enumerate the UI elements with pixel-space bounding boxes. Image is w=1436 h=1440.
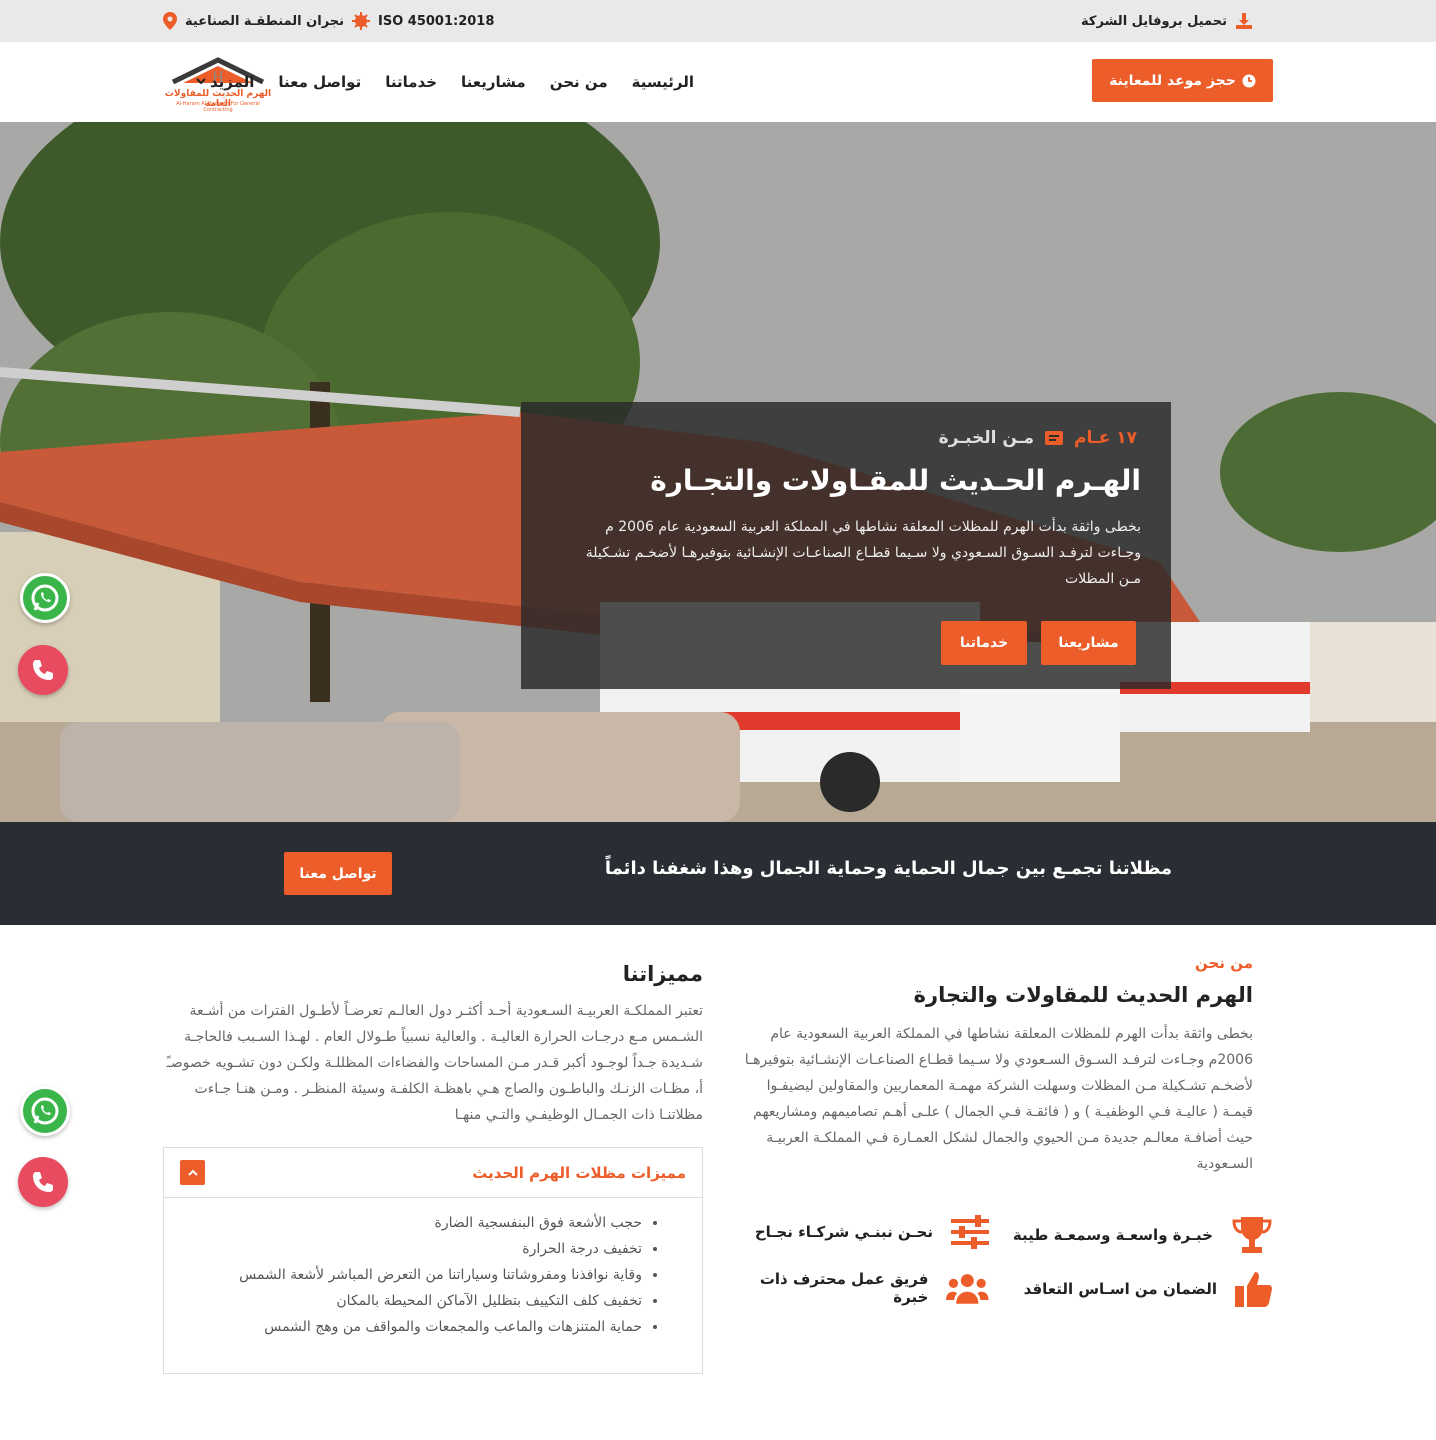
accordion-header[interactable]: مميزات مظلات الهرم الحديث [164,1148,702,1198]
feature-partners: نحـن نبنـي شركـاء نجـاح [755,1215,989,1249]
sliders-icon [951,1215,989,1249]
nav-contact-label: تواصل معنا [278,73,362,91]
nav-services-label: خدماتنا [385,73,438,91]
features-list: حجب الأشعة فوق البنفسجية الضارة تخفيف در… [164,1198,702,1340]
accordion-title: مميزات مظلات الهرم الحديث [472,1163,686,1182]
feature-guarantee: الضمان من اسـاس التعاقد [1024,1270,1273,1308]
phone-icon [33,1172,53,1192]
book-inspection-button[interactable]: حجز موعد للمعاينة [1092,59,1273,102]
feature-experience-label: خبـرة واسعـة وسمعـة طيبة [1012,1226,1213,1244]
hero-services-button[interactable]: خدماتنا [941,621,1027,665]
features-text: تعتبر المملكـة العربيـة السـعودية أحـد أ… [166,1003,703,1123]
about-kicker: من نحن [1195,954,1253,972]
callout-text: مظلاتنا تجمـع بين جمال الحماية وحماية ال… [604,858,1172,879]
nav-home-label: الرئيسية [631,73,694,91]
chevron-up-icon [187,1169,198,1176]
nav-about-label: من نحن [549,73,608,91]
feature-team: فريق عمل محترف ذات خبرة [735,1270,989,1306]
top-bar: تحميل بروفايل الشركة ISO 45001:2018 نجرا… [0,0,1436,42]
callout-contact-button[interactable]: تواصل معنا [284,852,392,895]
nav-projects-label: مشاريعنا [461,73,526,91]
list-item: حجب الأشعة فوق البنفسجية الضارة [164,1210,643,1236]
thumbs-up-icon [1235,1272,1272,1307]
whatsapp-button[interactable] [20,573,70,623]
call-button[interactable] [18,645,68,695]
hero-projects-button[interactable]: مشاريعنا [1041,621,1136,665]
whatsapp-icon [31,584,59,612]
list-item: تخفيف كلف التكييف بتظليل الآماكن المحيطة… [164,1288,642,1314]
clock-icon [1242,74,1256,87]
about-title: الهرم الحديث للمقاولات والتجارة [913,983,1253,1007]
about-text: بخطى واثقة بدأت الهرم للمظلات المعلقة نش… [744,1026,1253,1172]
hero-caption-box: ١٧ عـام مـن الخبـرة الهـرم الحـديث للمقـ… [521,402,1171,689]
callout-strip: مظلاتنا تجمـع بين جمال الحماية وحماية ال… [0,822,1436,925]
nav-more-label: المزيد [209,73,255,91]
features-accordion: مميزات مظلات الهرم الحديث حجب الأشعة فوق… [163,1147,703,1374]
hero-description: بخطى واثقة بدأت الهرم للمظلات المعلقة نش… [585,519,1141,587]
nav-contact[interactable]: تواصل معنا [278,73,361,91]
list-item: حماية المتنزهات والماعب والمجمعات والموا… [164,1314,642,1340]
nav-home[interactable]: الرئيسية [632,73,694,91]
accordion-toggle[interactable] [180,1160,205,1185]
list-item: تخفيف درجة الحرارة [164,1236,642,1262]
whatsapp-button[interactable] [20,1086,70,1136]
experience-years: ١٧ عـام [1074,428,1137,448]
features-title: مميزاتنا [622,962,703,986]
iso-badge: ISO 45001:2018 [352,0,494,42]
phone-icon [33,660,53,680]
main-header: H الهرم الحديث للمقاولات العامة Al-Haram… [0,42,1436,122]
hero-slider: ١٧ عـام مـن الخبـرة الهـرم الحـديث للمقـ… [0,122,1436,822]
feature-guarantee-label: الضمان من اسـاس التعاقد [1023,1280,1217,1298]
book-inspection-label: حجز موعد للمعاينة [1109,72,1236,89]
chevron-down-icon [196,78,206,85]
location-info: نجران المنطقـة الصناعية [163,0,344,42]
nav-more-dropdown[interactable]: المزيد [196,73,254,91]
hero-title: الهـرم الحـديث للمقـاولات والتجـارة [650,464,1141,497]
nav-projects[interactable]: مشاريعنا [461,73,526,91]
feature-partners-label: نحـن نبنـي شركـاء نجـاح [754,1223,933,1241]
trophy-icon [1232,1217,1272,1253]
whatsapp-icon [31,1097,59,1125]
team-icon [946,1274,989,1304]
call-button[interactable] [18,1157,68,1207]
list-item: وقاية نوافذنا ومفروشاتنا وسياراتنا من ال… [164,1262,642,1288]
feature-team-label: فريق عمل محترف ذات خبرة [759,1270,929,1306]
location-label: نجران المنطقـة الصناعية [185,13,345,29]
nav-about[interactable]: من نحن [550,73,608,91]
download-profile-link[interactable]: تحميل بروفايل الشركة [1081,0,1253,42]
iso-label: ISO 45001:2018 [378,13,495,29]
download-profile-label: تحميل بروفايل الشركة [1081,13,1227,29]
map-pin-icon [163,12,177,30]
experience-suffix: مـن الخبـرة [938,428,1035,448]
nav-services[interactable]: خدماتنا [385,73,437,91]
experience-badge: ١٧ عـام مـن الخبـرة [939,428,1137,448]
certificate-icon [352,12,370,30]
main-nav: الرئيسية من نحن مشاريعنا خدماتنا تواصل م… [196,42,694,122]
certificate-icon [1045,431,1064,445]
download-icon [1236,13,1252,29]
feature-experience: خبـرة واسعـة وسمعـة طيبة [1013,1215,1273,1255]
